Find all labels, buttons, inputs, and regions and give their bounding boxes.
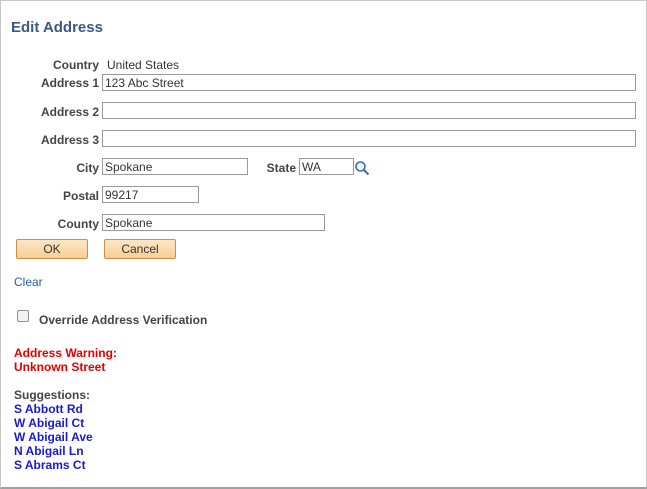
address-warning-heading: Address Warning:	[14, 346, 117, 360]
override-verification-checkbox[interactable]	[17, 310, 29, 322]
country-value: United States	[107, 58, 180, 72]
edit-address-dialog: Edit Address Country United States Addre…	[0, 0, 647, 489]
magnifier-lookup-icon[interactable]	[354, 160, 370, 176]
postal-field[interactable]	[102, 186, 199, 203]
county-label: County	[57, 217, 99, 231]
address3-field[interactable]	[102, 130, 636, 147]
suggestion-link[interactable]: W Abigail Ct	[14, 416, 84, 430]
suggestion-link[interactable]: N Abigail Ln	[14, 444, 84, 458]
ok-button[interactable]: OK	[16, 239, 88, 259]
address1-field[interactable]	[102, 74, 636, 91]
state-field[interactable]	[299, 158, 354, 175]
city-field[interactable]	[102, 158, 248, 175]
country-label: Country	[53, 58, 99, 72]
suggestion-link[interactable]: S Abbott Rd	[14, 402, 83, 416]
suggestions-heading: Suggestions:	[14, 388, 91, 402]
county-field[interactable]	[102, 214, 325, 231]
address3-label: Address 3	[40, 133, 99, 147]
suggestion-link[interactable]: W Abigail Ave	[14, 430, 93, 444]
address2-field[interactable]	[102, 102, 636, 119]
address-warning-message: Unknown Street	[14, 360, 106, 374]
page-title: Edit Address	[11, 19, 103, 36]
cancel-button[interactable]: Cancel	[104, 239, 176, 259]
address2-label: Address 2	[40, 105, 99, 119]
clear-link[interactable]: Clear	[14, 275, 43, 289]
postal-label: Postal	[62, 189, 99, 203]
city-label: City	[76, 161, 99, 175]
state-label: State	[266, 161, 296, 175]
address1-label: Address 1	[40, 76, 99, 90]
suggestion-link[interactable]: S Abrams Ct	[14, 458, 86, 472]
override-verification-label: Override Address Verification	[39, 313, 208, 327]
